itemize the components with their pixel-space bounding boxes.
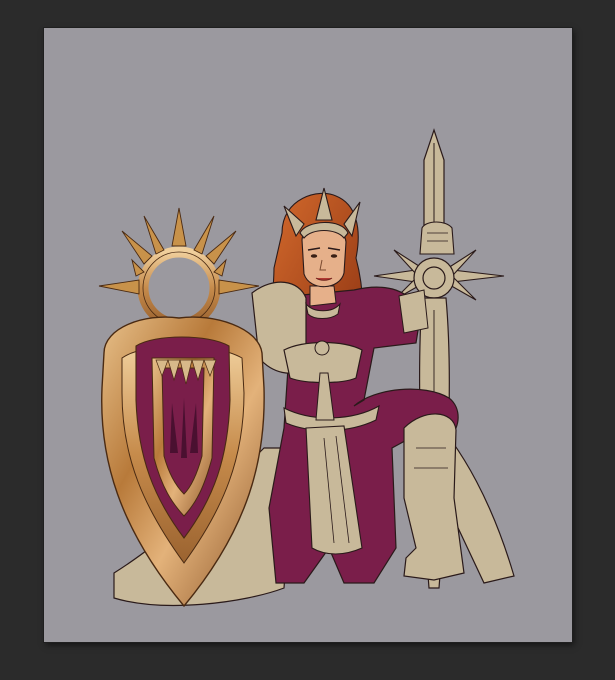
document-canvas[interactable] (44, 28, 572, 642)
shield-halo (98, 207, 260, 330)
face (301, 225, 347, 288)
character-illustration (98, 128, 515, 608)
editor-workspace[interactable] (0, 0, 615, 680)
